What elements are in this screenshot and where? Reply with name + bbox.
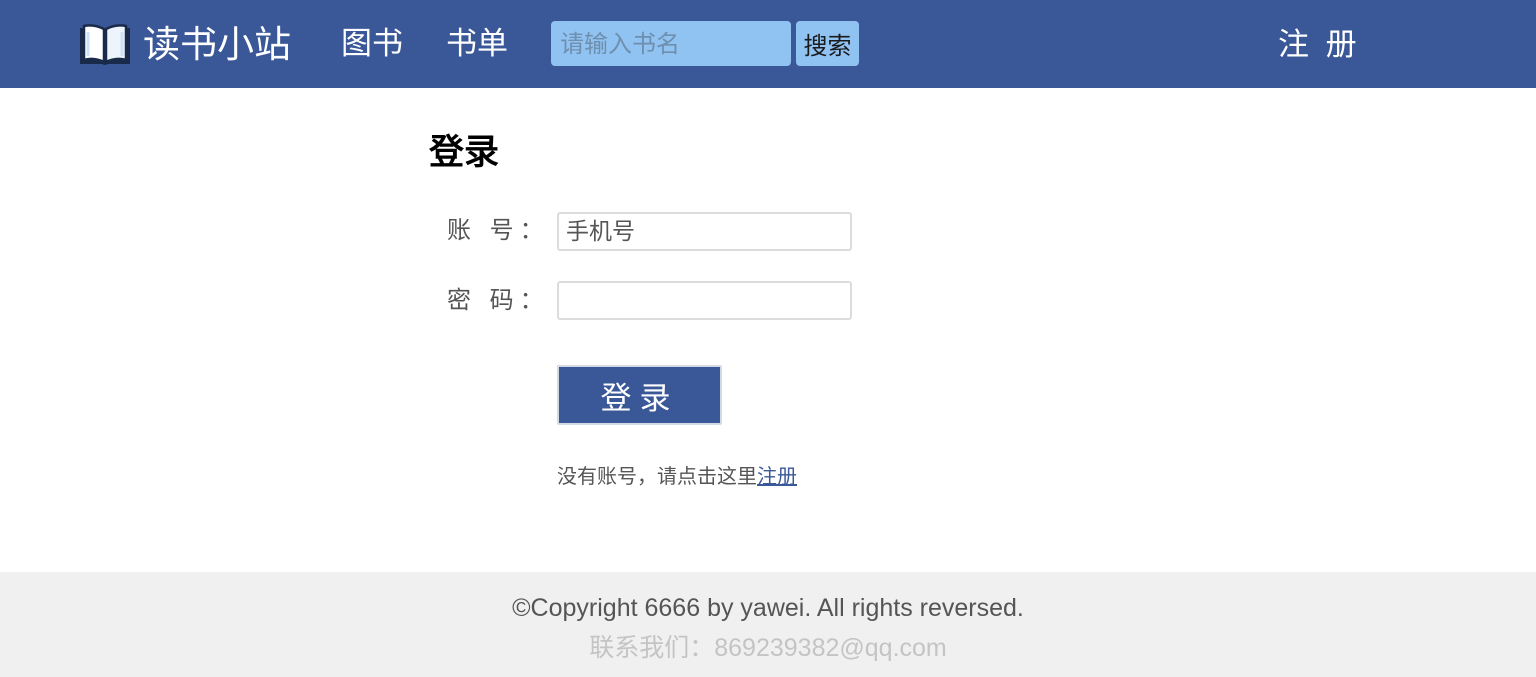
search-input[interactable] [551,21,791,66]
copyright-text: ©Copyright 6666 by yawei. All rights rev… [512,594,1024,622]
register-link[interactable]: 注册 [757,466,797,488]
password-field[interactable] [557,281,852,320]
search-button[interactable]: 搜索 [796,21,859,66]
login-button[interactable]: 登录 [557,365,722,425]
account-field[interactable] [557,212,852,251]
open-book-icon[interactable] [78,22,132,68]
register-hint-text: 没有账号，请点击这里 [557,466,757,488]
top-navbar: 读书小站 图书 书单 搜索 注 册 [0,0,1536,88]
nav-books-link[interactable]: 图书 [341,24,403,64]
password-label: 密 码： [447,287,550,314]
page-title: 登录 [429,133,500,172]
footer: ©Copyright 6666 by yawei. All rights rev… [0,572,1536,677]
register-hint: 没有账号，请点击这里注册 [557,464,797,490]
header-register-link[interactable]: 注 册 [1278,26,1361,64]
site-name[interactable]: 读书小站 [143,22,291,68]
nav-book-lists-link[interactable]: 书单 [446,24,508,64]
contact-text: 联系我们：869239382@qq.com [589,634,947,662]
account-label: 账 号： [447,217,550,244]
